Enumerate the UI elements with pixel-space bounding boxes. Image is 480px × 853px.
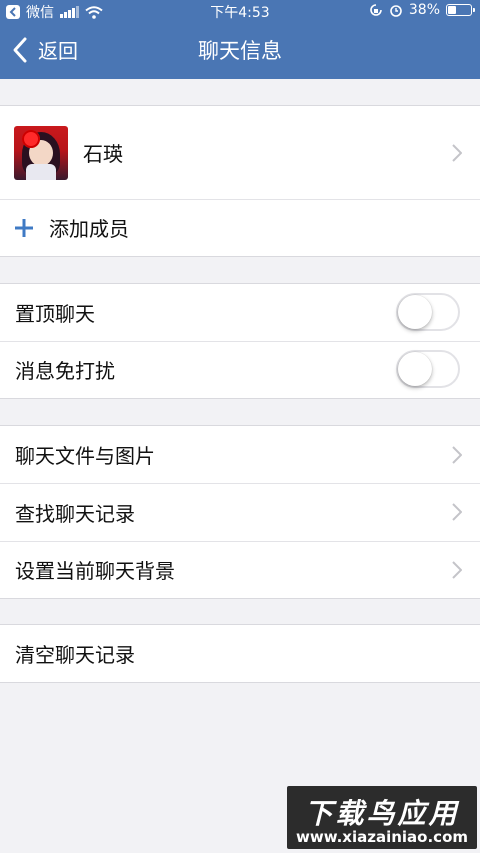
- battery-percent: 38%: [408, 2, 440, 18]
- battery-icon: [446, 4, 475, 16]
- rotation-lock-icon: [370, 4, 382, 16]
- chevron-right-icon: [452, 560, 462, 579]
- watermark-title: 下载鸟应用: [304, 797, 460, 830]
- plus-icon: [15, 218, 33, 237]
- avatar[interactable]: [14, 126, 68, 180]
- pin-chat-toggle[interactable]: [396, 293, 460, 331]
- watermark-url: www.xiazainiao.com: [295, 828, 469, 846]
- chat-background-row[interactable]: 设置当前聊天背景: [0, 541, 480, 598]
- clear-history-label: 清空聊天记录: [15, 643, 135, 667]
- clear-group: 清空聊天记录: [0, 624, 480, 683]
- pin-chat-row: 置顶聊天: [0, 284, 480, 341]
- search-history-label: 查找聊天记录: [15, 501, 135, 526]
- mute-label: 消息免打扰: [15, 359, 115, 383]
- chevron-right-icon: [452, 503, 462, 521]
- contact-name: 石瑛: [83, 142, 123, 166]
- contact-row[interactable]: 石瑛: [0, 106, 480, 199]
- chevron-right-icon: [452, 143, 462, 162]
- status-bar: 微信 下午4:53 38%: [0, 0, 480, 22]
- chat-settings-group: 置顶聊天 消息免打扰: [0, 283, 480, 399]
- mute-toggle[interactable]: [396, 350, 460, 388]
- chat-files-label: 聊天文件与图片: [15, 444, 155, 468]
- add-member-row[interactable]: 添加成员: [0, 199, 480, 256]
- search-history-row[interactable]: 查找聊天记录: [0, 483, 480, 541]
- mute-row: 消息免打扰: [0, 341, 480, 398]
- alarm-icon: [390, 5, 402, 17]
- nav-bar: 返回 聊天信息: [0, 22, 480, 79]
- chat-records-group: 聊天文件与图片 查找聊天记录 设置当前聊天背景: [0, 425, 480, 599]
- members-group: 石瑛 添加成员: [0, 105, 480, 257]
- chevron-right-icon: [452, 445, 462, 464]
- clear-history-row[interactable]: 清空聊天记录: [0, 625, 480, 682]
- chat-files-row[interactable]: 聊天文件与图片: [0, 426, 480, 483]
- top-bar: 微信 下午4:53 38% 返回 聊天信息: [0, 0, 480, 79]
- pin-chat-label: 置顶聊天: [15, 302, 95, 326]
- page-title: 聊天信息: [198, 39, 282, 63]
- chat-background-label: 设置当前聊天背景: [15, 559, 175, 583]
- add-member-label: 添加成员: [49, 217, 129, 241]
- watermark-logo: 下载鸟应用 www.xiazainiao.com: [287, 786, 477, 849]
